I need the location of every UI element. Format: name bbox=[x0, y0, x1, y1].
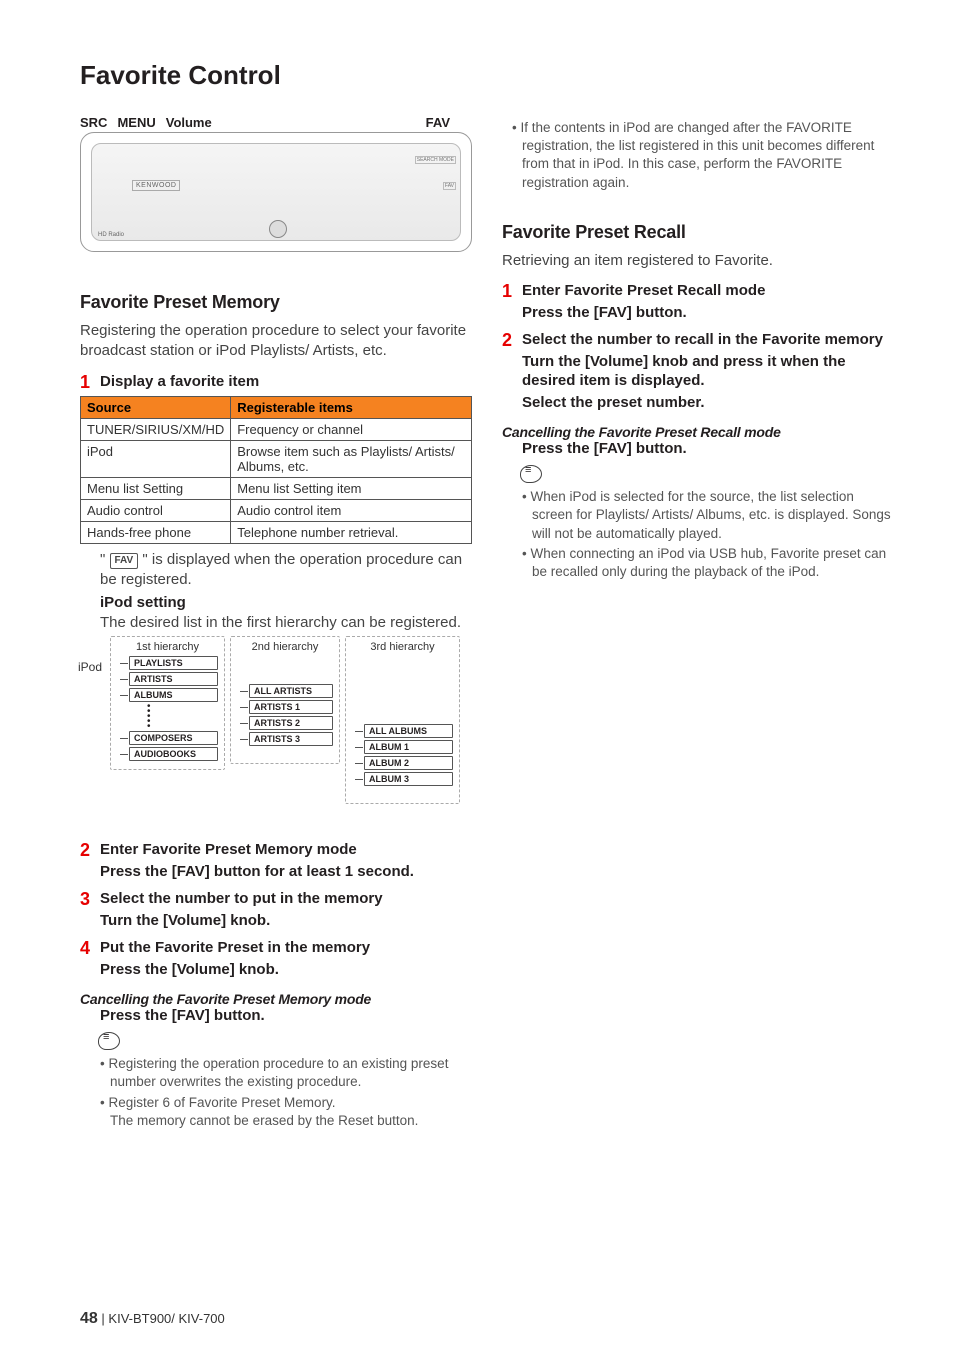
hierarchy-item: ARTISTS bbox=[129, 672, 218, 686]
ellipsis-icon: ••••• bbox=[147, 704, 218, 729]
page-footer: 48 | KIV-BT900/ KIV-700 bbox=[80, 1310, 225, 1328]
note-item: When connecting an iPod via USB hub, Fav… bbox=[522, 545, 894, 581]
table-cell: Browse item such as Playlists/ Artists/ … bbox=[231, 441, 472, 478]
note-item: When iPod is selected for the source, th… bbox=[522, 488, 894, 543]
hierarchy-item: ALL ALBUMS bbox=[364, 724, 453, 738]
ipod-setting-heading: iPod setting bbox=[100, 593, 472, 613]
intro-preset-memory: Registering the operation procedure to s… bbox=[80, 321, 472, 362]
table-header: Source bbox=[81, 397, 231, 419]
table-cell: iPod bbox=[81, 441, 231, 478]
hierarchy-item: AUDIOBOOKS bbox=[129, 747, 218, 761]
table-cell: Audio control item bbox=[231, 500, 472, 522]
registerable-items-table: Source Registerable items TUNER/SIRIUS/X… bbox=[80, 396, 472, 544]
page-title: Favorite Control bbox=[80, 60, 894, 91]
table-cell: Telephone number retrieval. bbox=[231, 522, 472, 544]
note-icon bbox=[520, 465, 542, 483]
hierarchy-item: ARTISTS 2 bbox=[249, 716, 333, 730]
table-cell: Frequency or channel bbox=[231, 419, 472, 441]
fav-note-prefix: " bbox=[100, 551, 110, 568]
hd-radio-label: HD Radio bbox=[98, 232, 124, 238]
recall-step1-title: Enter Favorite Preset Recall mode bbox=[522, 281, 894, 301]
volume-knob-icon bbox=[269, 220, 287, 238]
step3-title: Select the number to put in the memory bbox=[100, 889, 472, 909]
recall-step2-title: Select the number to recall in the Favor… bbox=[522, 330, 894, 350]
label-fav: FAV bbox=[426, 115, 450, 130]
footer-model: KIV-BT900/ KIV-700 bbox=[108, 1311, 224, 1326]
fav-chip-icon: FAV bbox=[110, 553, 139, 569]
intro-preset-recall: Retrieving an item registered to Favorit… bbox=[502, 251, 894, 271]
step4-sub: Press the [Volume] knob. bbox=[100, 960, 472, 980]
ipod-root-label: iPod bbox=[78, 660, 102, 674]
step-number: 4 bbox=[80, 938, 100, 979]
fav-device-button: FAV bbox=[443, 182, 456, 190]
note-item: Register 6 of Favorite Preset Memory. Th… bbox=[100, 1094, 472, 1130]
step1-title: Display a favorite item bbox=[100, 372, 472, 392]
step-number: 3 bbox=[80, 889, 100, 930]
search-mode-button: SEARCH MODE bbox=[415, 156, 456, 164]
ipod-setting-text: The desired list in the first hierarchy … bbox=[100, 613, 472, 633]
hierarchy-item: ALBUM 3 bbox=[364, 772, 453, 786]
cancel-memory-sub: Press the [FAV] button. bbox=[100, 1007, 472, 1024]
hierarchy-item: ALBUM 1 bbox=[364, 740, 453, 754]
table-cell: Menu list Setting bbox=[81, 478, 231, 500]
recall-step2-sub2: Select the preset number. bbox=[522, 393, 894, 413]
fav-note-suffix: " is displayed when the operation proced… bbox=[100, 551, 462, 588]
label-menu: MENU bbox=[117, 115, 155, 130]
hierarchy-item: PLAYLISTS bbox=[129, 656, 218, 670]
table-header: Registerable items bbox=[231, 397, 472, 419]
step2-title: Enter Favorite Preset Memory mode bbox=[100, 840, 472, 860]
hierarchy-item: COMPOSERS bbox=[129, 731, 218, 745]
step-number: 1 bbox=[502, 281, 522, 322]
heading-preset-memory: Favorite Preset Memory bbox=[80, 292, 472, 313]
label-src: SRC bbox=[80, 115, 107, 130]
hierarchy-label: 3rd hierarchy bbox=[352, 641, 453, 653]
step4-title: Put the Favorite Preset in the memory bbox=[100, 938, 472, 958]
hierarchy-item: ALL ARTISTS bbox=[249, 684, 333, 698]
note-item: If the contents in iPod are changed afte… bbox=[512, 119, 894, 192]
step-number: 2 bbox=[80, 840, 100, 881]
step-number: 2 bbox=[502, 330, 522, 412]
table-cell: Hands-free phone bbox=[81, 522, 231, 544]
note-icon bbox=[98, 1032, 120, 1050]
hierarchy-item: ALBUM 2 bbox=[364, 756, 453, 770]
hierarchy-item: ARTISTS 1 bbox=[249, 700, 333, 714]
cancel-memory-heading: Cancelling the Favorite Preset Memory mo… bbox=[80, 991, 472, 1007]
step-number: 1 bbox=[80, 372, 100, 393]
step2-sub: Press the [FAV] button for at least 1 se… bbox=[100, 862, 472, 882]
table-cell: Menu list Setting item bbox=[231, 478, 472, 500]
hierarchy-diagram: iPod 1st hierarchy PLAYLISTS ARTISTS ALB… bbox=[80, 636, 472, 826]
note-item: Registering the operation procedure to a… bbox=[100, 1055, 472, 1091]
hierarchy-label: 1st hierarchy bbox=[117, 641, 218, 653]
step3-sub: Turn the [Volume] knob. bbox=[100, 911, 472, 931]
page-number: 48 bbox=[80, 1310, 98, 1327]
table-cell: Audio control bbox=[81, 500, 231, 522]
cancel-recall-sub: Press the [FAV] button. bbox=[522, 440, 894, 457]
device-logo: KENWOOD bbox=[132, 180, 180, 191]
device-panel-illustration: KENWOOD HD Radio SEARCH MODE FAV bbox=[80, 132, 472, 252]
hierarchy-label: 2nd hierarchy bbox=[237, 641, 333, 653]
hierarchy-item: ARTISTS 3 bbox=[249, 732, 333, 746]
label-volume: Volume bbox=[166, 115, 212, 130]
recall-step2-sub1: Turn the [Volume] knob and press it when… bbox=[522, 352, 894, 391]
panel-labels: SRC MENU Volume FAV bbox=[80, 115, 472, 130]
table-cell: TUNER/SIRIUS/XM/HD bbox=[81, 419, 231, 441]
recall-step1-sub: Press the [FAV] button. bbox=[522, 303, 894, 323]
hierarchy-item: ALBUMS bbox=[129, 688, 218, 702]
footer-sep: | bbox=[98, 1311, 109, 1326]
cancel-recall-heading: Cancelling the Favorite Preset Recall mo… bbox=[502, 424, 894, 440]
heading-preset-recall: Favorite Preset Recall bbox=[502, 222, 894, 243]
